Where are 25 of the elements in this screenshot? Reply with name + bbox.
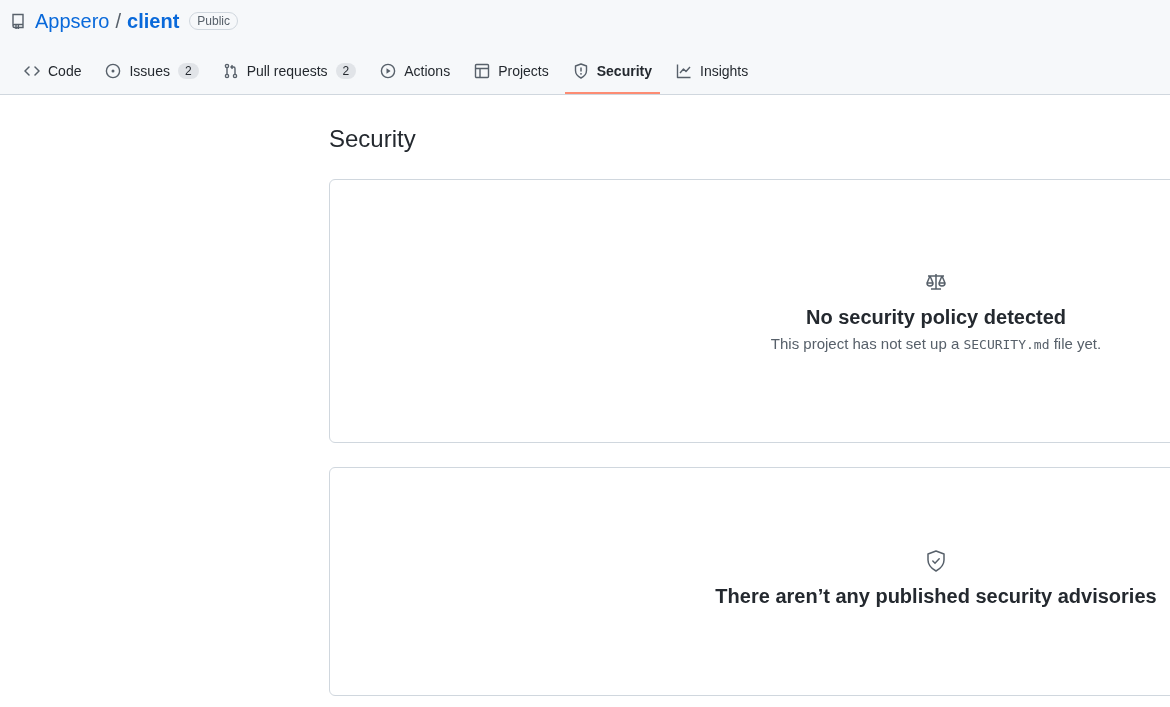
- card-heading: There aren’t any published security advisories: [715, 585, 1157, 608]
- path-separator: /: [115, 9, 122, 33]
- shield-alert-icon: [572, 63, 589, 79]
- pull-request-icon: [222, 63, 239, 79]
- code-icon: [24, 63, 40, 79]
- tab[interactable]: Projects: [466, 55, 557, 94]
- shield-check-icon: [924, 549, 948, 573]
- tab[interactable]: Actions: [372, 55, 459, 94]
- tab[interactable]: Pull requests 2: [214, 55, 365, 94]
- count-badge: 2: [177, 63, 199, 79]
- card-description: This project has not set up a SECURITY.md file yet.: [770, 335, 1102, 352]
- count-badge: 2: [335, 63, 357, 79]
- tab[interactable]: Issues 2: [97, 55, 207, 94]
- issue-circle-icon: [105, 63, 122, 79]
- tab[interactable]: Insights: [668, 55, 757, 94]
- table-icon: [474, 63, 491, 79]
- play-icon: [380, 63, 397, 79]
- tab[interactable]: Code: [16, 55, 90, 94]
- owner-link[interactable]: Appsero: [35, 9, 110, 33]
- tab[interactable]: Security: [564, 55, 660, 94]
- repository-icon: [10, 13, 26, 29]
- repository-link[interactable]: client: [127, 9, 180, 33]
- line-graph-icon: [676, 63, 692, 79]
- page-title: Security: [329, 125, 417, 153]
- card-heading: No security policy detected: [805, 306, 1067, 329]
